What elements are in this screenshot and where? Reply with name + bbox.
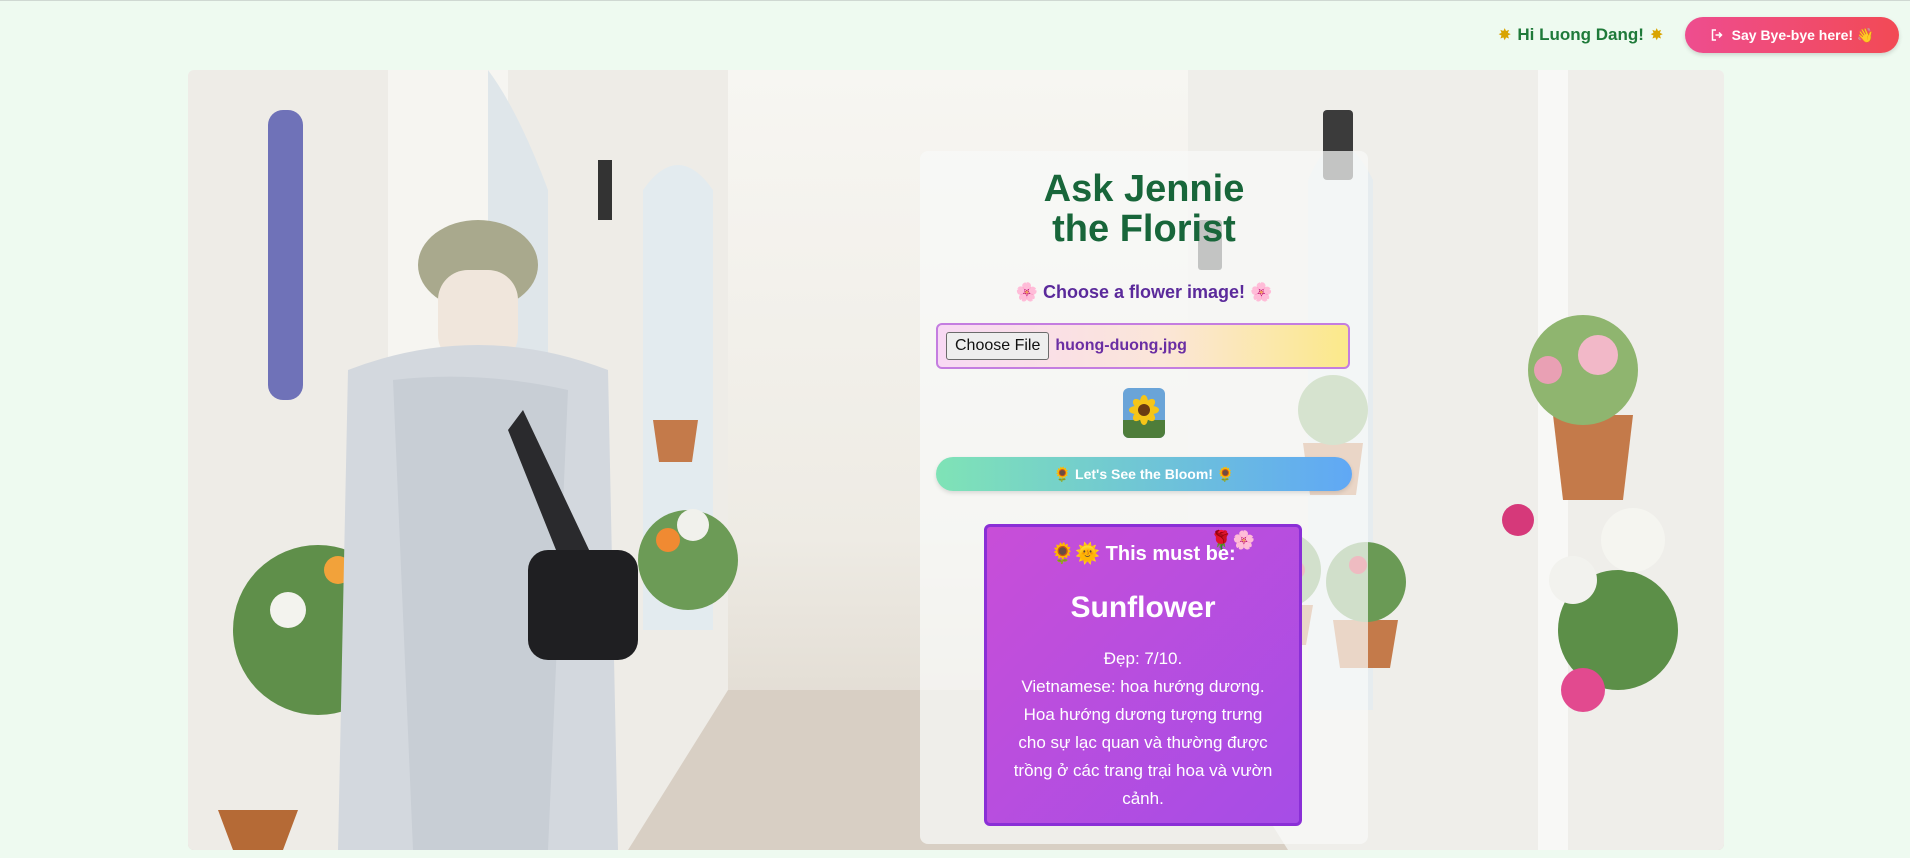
vietnamese-description: Vietnamese: hoa hướng dương. Hoa hướng d… [1013, 677, 1273, 808]
result-panel: 🌻🌞 This must be: 🌹🌸 Sunflower Đẹp: 7/10.… [984, 524, 1302, 826]
title-line-2: the Florist [1052, 208, 1236, 250]
page-title: Ask Jennie the Florist [920, 169, 1368, 249]
flower-name: Sunflower [1070, 591, 1216, 624]
logout-button[interactable]: Say Bye-bye here! 👋 [1685, 17, 1899, 53]
selected-file-name: huong-duong.jpg [1055, 337, 1187, 354]
greeting-text: Hi Luong Dang! [1517, 25, 1644, 44]
rose-blossom-icon: 🌹🌸 [1210, 530, 1255, 550]
choose-image-label: 🌸 Choose a flower image! 🌸 [1015, 282, 1273, 302]
hero-background-image: Ask Jennie the Florist 🌸 Choose a flower… [188, 70, 1724, 850]
beauty-score: Đẹp: 7/10. [1103, 649, 1183, 668]
file-upload-field[interactable]: Choose File huong-duong.jpg [936, 323, 1350, 369]
title-line-1: Ask Jennie [1043, 168, 1245, 210]
flower-description: Đẹp: 7/10. Vietnamese: hoa hướng dương. … [1005, 645, 1281, 813]
see-bloom-button[interactable]: 🌻 Let's See the Bloom! 🌻 [936, 457, 1352, 491]
top-border [0, 0, 1910, 1]
choose-file-button[interactable]: Choose File [946, 332, 1050, 360]
florist-card: Ask Jennie the Florist 🌸 Choose a flower… [920, 151, 1368, 844]
sunflower-thumbnail [1123, 388, 1165, 438]
user-greeting: ✸ Hi Luong Dang! ✸ [1498, 22, 1663, 48]
logout-label: Say Bye-bye here! 👋 [1731, 26, 1875, 43]
sparkle-icon: ✸ [1498, 27, 1512, 44]
sparkle-icon: ✸ [1649, 27, 1664, 44]
logout-icon [1711, 29, 1723, 41]
